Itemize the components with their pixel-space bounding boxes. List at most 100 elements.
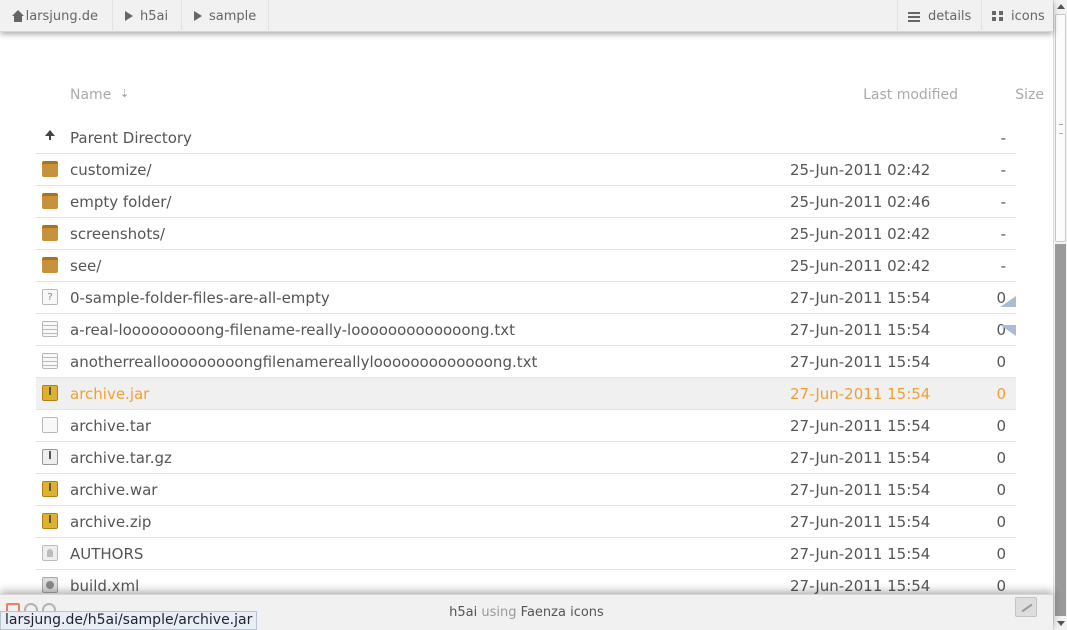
breadcrumb-h5ai[interactable]: h5ai <box>113 0 182 32</box>
folder-icon <box>42 225 58 241</box>
file-date: 27-Jun-2011 15:54 <box>790 545 931 563</box>
breadcrumb-label: larsjung.de <box>25 8 98 24</box>
file-size: 0 <box>996 513 1006 531</box>
column-header: Name ⇣ Last modified Size <box>70 87 1044 105</box>
scroll-up-icon[interactable] <box>1057 4 1065 9</box>
file-row[interactable]: archive.zip 27-Jun-2011 15:54 0 <box>36 506 1016 538</box>
triangle-down-icon <box>1000 325 1016 336</box>
file-name[interactable]: Parent Directory <box>70 129 192 147</box>
view-icons-label: icons <box>1011 8 1045 24</box>
vertical-scrollbar[interactable] <box>1053 0 1067 630</box>
file-row[interactable]: customize/25-Jun-2011 02:42 - <box>36 154 1016 186</box>
triangle-right-icon <box>194 11 202 21</box>
file-row[interactable]: anotherreallooooooooongfilenamereallyloo… <box>36 346 1016 378</box>
file-date: 27-Jun-2011 15:54 <box>790 449 931 467</box>
column-name[interactable]: Name <box>70 87 111 103</box>
folder-icon <box>42 193 58 209</box>
breadcrumb-home[interactable]: larsjung.de <box>0 0 113 32</box>
file-date: 27-Jun-2011 15:54 <box>790 417 931 435</box>
archive-icon <box>42 385 58 401</box>
file-size: 0 <box>996 577 1006 595</box>
file-date: 27-Jun-2011 15:54 <box>790 577 931 595</box>
folder-icon <box>42 257 58 273</box>
file-row[interactable]: archive.jar 27-Jun-2011 15:54 0 <box>36 378 1016 410</box>
breadcrumb-sample[interactable]: sample <box>182 0 269 32</box>
footer-icons-link[interactable]: Faenza icons <box>521 605 604 620</box>
file-size: 0 <box>996 385 1006 403</box>
file-row[interactable]: archive.tar.gz 27-Jun-2011 15:54 0 <box>36 442 1016 474</box>
footer-using: using <box>481 605 517 620</box>
text-file-icon <box>42 353 58 369</box>
file-row[interactable]: Parent Directory - <box>36 122 1016 154</box>
file-date: 25-Jun-2011 02:46 <box>790 193 931 211</box>
column-size[interactable]: Size <box>1015 87 1044 103</box>
scroll-down-icon[interactable] <box>1057 621 1065 626</box>
file-row[interactable]: AUTHORS 27-Jun-2011 15:54 0 <box>36 538 1016 570</box>
file-size: 0 <box>996 417 1006 435</box>
file-name[interactable]: archive.jar <box>70 385 149 403</box>
file-name[interactable]: AUTHORS <box>70 545 143 563</box>
view-icons-button[interactable]: icons <box>981 0 1053 32</box>
person-file-icon <box>42 545 58 561</box>
home-icon <box>12 10 24 22</box>
file-name[interactable]: archive.tar <box>70 417 151 435</box>
list-icon <box>908 11 920 22</box>
column-last-modified[interactable]: Last modified <box>863 87 958 103</box>
file-size: 0 <box>996 449 1006 467</box>
scrollbar-track[interactable] <box>1055 244 1066 616</box>
up-arrow-icon <box>36 122 55 140</box>
file-row[interactable]: archive.war 27-Jun-2011 15:54 0 <box>36 474 1016 506</box>
file-name[interactable]: 0-sample-folder-files-are-all-empty <box>70 289 330 307</box>
file-date: 25-Jun-2011 02:42 <box>790 161 931 179</box>
file-name[interactable]: screenshots/ <box>70 225 165 243</box>
file-size: 0 <box>996 353 1006 371</box>
breadcrumb-label: sample <box>209 8 257 24</box>
file-name[interactable]: archive.war <box>70 481 157 499</box>
file-row[interactable]: a-real-looooooooong-filename-really-looo… <box>36 314 1016 346</box>
file-name[interactable]: anotherreallooooooooongfilenamereallyloo… <box>70 353 537 371</box>
file-name[interactable]: archive.zip <box>70 513 151 531</box>
file-date: 27-Jun-2011 15:54 <box>790 481 931 499</box>
file-row[interactable]: archive.tar 27-Jun-2011 15:54 0 <box>36 410 1016 442</box>
file-date: 27-Jun-2011 15:54 <box>790 289 931 307</box>
file-size: - <box>1000 225 1006 243</box>
archive-grey-icon <box>42 449 58 465</box>
blank-file-icon <box>42 417 58 433</box>
file-size: 0 <box>996 545 1006 563</box>
file-row[interactable]: see/25-Jun-2011 02:42 - <box>36 250 1016 282</box>
scrollbar-thumb[interactable] <box>1055 14 1066 242</box>
file-size: - <box>1000 161 1006 179</box>
file-date: 25-Jun-2011 02:42 <box>790 225 931 243</box>
file-name[interactable]: a-real-looooooooong-filename-really-looo… <box>70 321 515 339</box>
file-name[interactable]: empty folder/ <box>70 193 171 211</box>
file-size: - <box>1000 129 1006 147</box>
file-row[interactable]: screenshots/25-Jun-2011 02:42 - <box>36 218 1016 250</box>
file-name[interactable]: build.xml <box>70 577 139 595</box>
file-size: 0 <box>996 481 1006 499</box>
triangle-right-icon <box>125 11 133 21</box>
file-rows: Parent Directory - customize/25-Jun-2011 0… <box>36 122 1016 602</box>
text-file-icon <box>42 321 58 337</box>
unknown-file-icon: ? <box>42 289 58 305</box>
footer-app-link[interactable]: h5ai <box>449 605 477 620</box>
view-details-button[interactable]: details <box>897 0 981 32</box>
file-date: 25-Jun-2011 02:42 <box>790 257 931 275</box>
folder-icon <box>42 161 58 177</box>
file-date: 27-Jun-2011 15:54 <box>790 353 931 371</box>
file-row[interactable]: empty folder/25-Jun-2011 02:46 - <box>36 186 1016 218</box>
status-bar-url: larsjung.de/h5ai/sample/archive.jar <box>0 611 258 630</box>
top-bar: larsjung.de h5ai sample details icons <box>0 0 1053 32</box>
archive-icon <box>42 513 58 529</box>
view-details-label: details <box>928 8 972 24</box>
file-name[interactable]: see/ <box>70 257 101 275</box>
gear-file-icon <box>42 577 58 593</box>
archive-icon <box>42 481 58 497</box>
file-date: 27-Jun-2011 15:54 <box>790 385 931 403</box>
breadcrumb-label: h5ai <box>140 8 169 24</box>
resize-icon[interactable] <box>1015 597 1037 617</box>
file-name[interactable]: customize/ <box>70 161 152 179</box>
grid-icon <box>992 11 1003 21</box>
sort-icon: ⇣ <box>120 87 130 100</box>
file-row[interactable]: ? 0-sample-folder-files-are-all-empty 27-J… <box>36 282 1016 314</box>
file-name[interactable]: archive.tar.gz <box>70 449 172 467</box>
